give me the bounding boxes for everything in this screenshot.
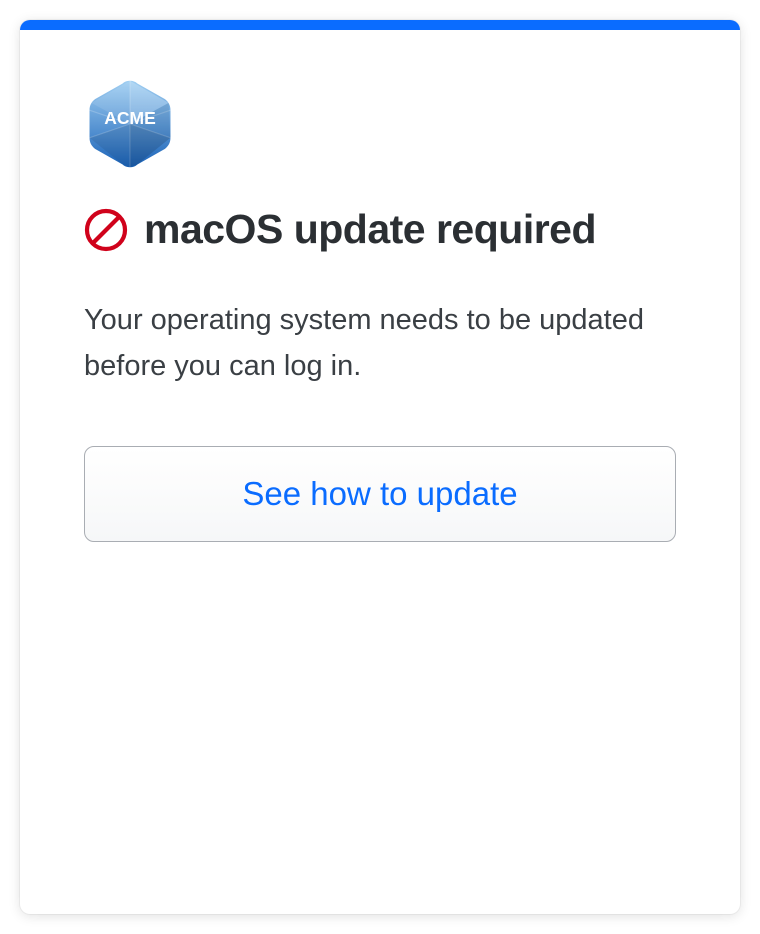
brand-logo: ACME (84, 78, 176, 170)
update-required-card: ACME macOS update required Your operatin… (20, 20, 740, 914)
dialog-body: Your operating system needs to be update… (84, 297, 676, 390)
see-how-to-update-button[interactable]: See how to update (84, 446, 676, 542)
prohibited-icon (84, 208, 128, 252)
hexagon-logo-icon: ACME (84, 78, 176, 170)
accent-top-bar (20, 20, 740, 30)
heading-row: macOS update required (84, 206, 676, 253)
dialog-title: macOS update required (144, 206, 596, 253)
card-content: ACME macOS update required Your operatin… (20, 30, 740, 542)
brand-logo-text: ACME (104, 108, 155, 128)
